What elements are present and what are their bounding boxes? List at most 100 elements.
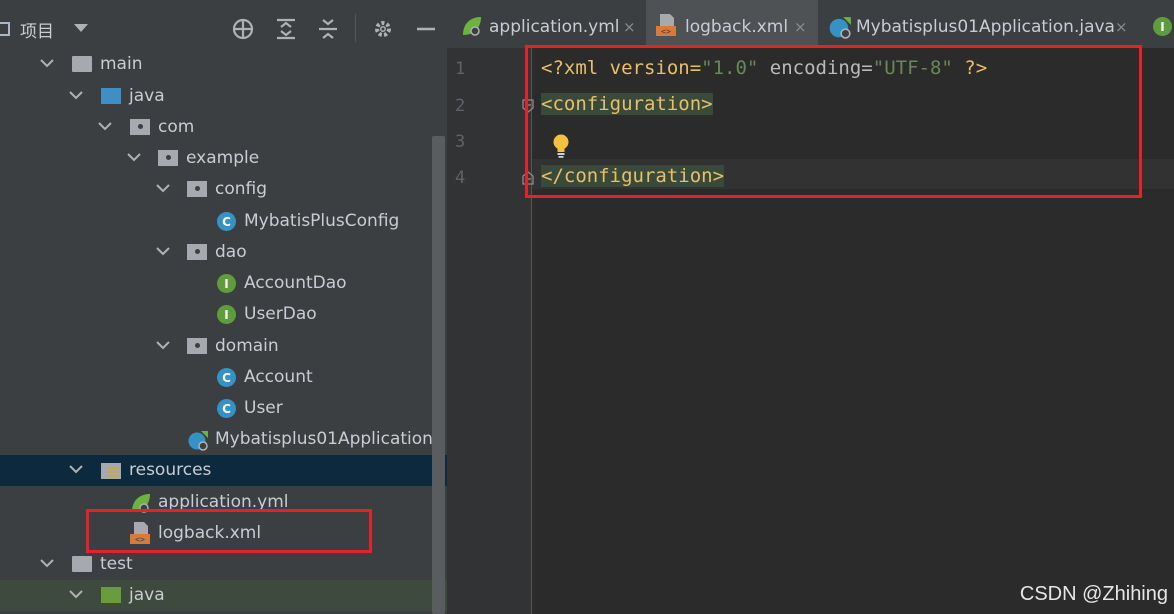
xml-attr-name: encoding=	[758, 57, 873, 79]
tree-item-label: Account	[244, 367, 313, 387]
class-icon: C	[217, 399, 236, 418]
chevron-down-icon[interactable]	[155, 339, 171, 351]
test-source-folder-icon	[101, 587, 121, 603]
lightbulb-icon[interactable]	[552, 134, 570, 158]
tab-application-java[interactable]: Mybatisplus01Application.java ×	[819, 0, 1149, 48]
xml-attr-value: "1.0"	[701, 57, 759, 79]
tree-item-label: AccountDao	[244, 273, 347, 293]
xml-attr-value: "UTF-8"	[872, 57, 953, 79]
gutter-divider	[531, 48, 532, 614]
tab-label: logback.xml	[685, 17, 789, 37]
tree-item-test-java[interactable]: java	[0, 580, 447, 611]
tree-item-example[interactable]: example	[0, 143, 447, 174]
chevron-down-icon[interactable]	[39, 57, 55, 69]
tree-item-application-yml[interactable]: application.yml	[0, 487, 447, 518]
project-panel: 项目 main java com example config C Mybati…	[0, 0, 447, 614]
tree-item-resources[interactable]: resources	[0, 455, 447, 486]
folder-icon	[72, 56, 92, 72]
spring-boot-class-icon	[188, 431, 208, 451]
minimize-icon[interactable]	[413, 16, 439, 42]
chevron-down-icon[interactable]	[97, 120, 113, 132]
xml-tag-name: configuration	[563, 165, 713, 187]
tab-label: Mybatisplus01Application.java	[856, 17, 1115, 37]
chevron-down-icon[interactable]	[155, 182, 171, 194]
chevron-down-icon[interactable]	[68, 89, 84, 101]
tree-item-application-class[interactable]: Mybatisplus01Application	[0, 424, 447, 455]
collapse-all-icon[interactable]	[315, 16, 341, 42]
close-icon[interactable]: ×	[623, 18, 636, 36]
fold-close-icon[interactable]	[522, 171, 534, 185]
code-editor[interactable]: 1 2 3 4 <?xml version="1.0" encoding="UT…	[447, 48, 1174, 614]
package-icon	[187, 338, 207, 354]
tree-item-test[interactable]: test	[0, 549, 447, 580]
line-number: 2	[455, 96, 466, 116]
source-folder-icon	[101, 88, 121, 104]
toolbar-divider	[355, 14, 356, 42]
watermark-text: CSDN @Zhihing	[1019, 583, 1168, 605]
xml-bracket: >	[701, 93, 713, 115]
package-icon	[158, 150, 178, 166]
tree-item-label: test	[100, 554, 133, 574]
interface-icon: I	[217, 274, 236, 293]
xml-file-icon: <>	[656, 14, 676, 36]
chevron-down-icon[interactable]	[74, 24, 88, 32]
code-line-4: </configuration>	[541, 165, 725, 187]
tree-item-label: domain	[215, 336, 279, 356]
xml-declaration-end: ?>	[952, 57, 988, 79]
project-panel-header: 项目	[0, 0, 447, 46]
tree-item-label: dao	[215, 242, 247, 262]
xml-declaration-text: <?xml version=	[541, 57, 702, 79]
project-panel-title[interactable]: 项目	[20, 17, 54, 42]
tree-item-label: config	[215, 179, 268, 199]
package-icon	[187, 181, 207, 197]
tree-item-com[interactable]: com	[0, 112, 447, 143]
project-scrollbar[interactable]	[432, 136, 445, 614]
class-icon: C	[217, 368, 236, 387]
tree-item-java[interactable]: java	[0, 81, 447, 112]
tree-item-dao[interactable]: dao	[0, 237, 447, 268]
line-number: 1	[455, 59, 466, 79]
tree-item-domain[interactable]: domain	[0, 331, 447, 362]
xml-bracket: <	[541, 93, 553, 115]
chevron-down-icon[interactable]	[155, 245, 171, 257]
chevron-down-icon[interactable]	[68, 463, 84, 475]
tree-item-label: logback.xml	[158, 523, 262, 543]
locate-icon[interactable]	[230, 16, 256, 42]
xml-tag-name: configuration	[552, 93, 702, 115]
tree-item-label: User	[244, 398, 283, 418]
xml-bracket: >	[712, 165, 725, 187]
tree-item-user[interactable]: C User	[0, 393, 447, 424]
tab-overflow[interactable]: I	[1149, 0, 1174, 48]
tree-item-account[interactable]: C Account	[0, 362, 447, 393]
tree-item-label: application.yml	[158, 492, 289, 512]
tree-item-logback-xml[interactable]: <> logback.xml	[0, 518, 447, 549]
chevron-down-icon[interactable]	[126, 151, 142, 163]
tree-item-label: example	[186, 148, 260, 168]
tree-item-account-dao[interactable]: I AccountDao	[0, 268, 447, 299]
xml-bracket: </	[541, 165, 564, 187]
spring-boot-class-icon	[829, 17, 851, 39]
tree-item-main[interactable]: main	[0, 49, 447, 80]
tree-item-label: main	[100, 54, 143, 74]
gear-icon[interactable]	[370, 16, 396, 42]
close-icon[interactable]: ×	[1115, 18, 1128, 36]
tree-item-mybatis-plus-config[interactable]: C MybatisPlusConfig	[0, 206, 447, 237]
expand-all-icon[interactable]	[273, 16, 299, 42]
tree-item-label: com	[158, 117, 195, 137]
package-icon	[187, 244, 207, 260]
tab-application-yml[interactable]: application.yml ×	[447, 0, 645, 48]
code-line-2: <configuration>	[541, 93, 713, 115]
interface-icon: I	[1153, 17, 1172, 36]
tab-logback-xml[interactable]: <> logback.xml ×	[646, 0, 818, 48]
tree-item-user-dao[interactable]: I UserDao	[0, 299, 447, 330]
chevron-down-icon[interactable]	[39, 557, 55, 569]
tree-item-label: MybatisPlusConfig	[244, 211, 400, 231]
tree-item-label: resources	[129, 460, 212, 480]
tree-item-config[interactable]: config	[0, 174, 447, 205]
interface-icon: I	[217, 305, 236, 324]
spring-config-icon	[132, 494, 150, 513]
close-icon[interactable]: ×	[794, 18, 807, 36]
fold-open-icon[interactable]	[522, 99, 534, 113]
chevron-down-icon[interactable]	[68, 588, 84, 600]
line-number: 3	[455, 132, 466, 152]
